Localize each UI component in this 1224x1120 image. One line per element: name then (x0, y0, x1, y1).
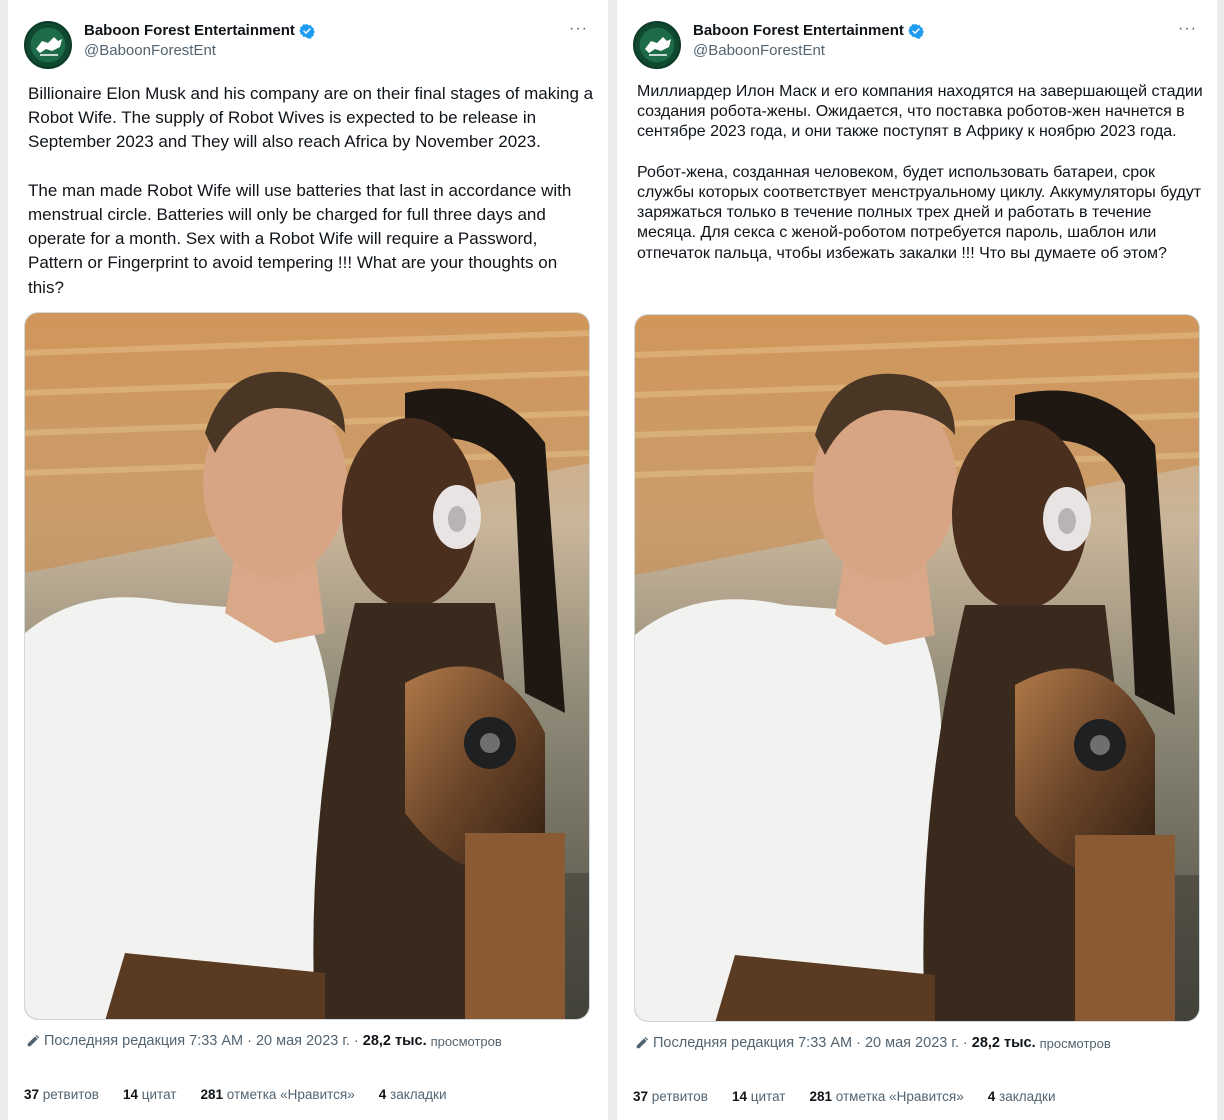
photo-man-kissing-robot (635, 315, 1199, 1021)
baboon-logo-icon (36, 37, 62, 56)
account-name[interactable]: Baboon Forest Entertainment (84, 22, 295, 39)
quotes-label: цитат (750, 1089, 786, 1104)
photo-man-kissing-robot (25, 313, 589, 1019)
likes-count: 281 (809, 1089, 833, 1104)
quotes-count: 14 (122, 1087, 139, 1102)
bookmarks-count: 4 (378, 1087, 387, 1102)
quotes-stat[interactable]: 14 цитат (732, 1089, 790, 1104)
likes-stat[interactable]: 281 отметка «Нравится» (809, 1089, 967, 1104)
bookmarks-label: закладки (999, 1089, 1056, 1104)
tweet-header: Baboon Forest Entertainment @BaboonFores… (24, 18, 592, 70)
verified-badge-icon (907, 23, 924, 39)
views-label: просмотров (430, 1033, 502, 1049)
more-options-icon[interactable]: ··· (569, 20, 588, 38)
bookmarks-stat[interactable]: 4 закладки (379, 1087, 451, 1102)
views-count: 28,2 тыс. (362, 1033, 427, 1049)
account-avatar[interactable] (633, 21, 681, 69)
baboon-logo-icon (645, 37, 671, 56)
views-count: 28,2 тыс. (971, 1035, 1036, 1051)
tweet-stats: 37 ретвитов 14 цитат 281 отметка «Нравит… (633, 1089, 1060, 1104)
pencil-icon (27, 1034, 40, 1047)
likes-stat[interactable]: 281 отметка «Нравится» (200, 1087, 358, 1102)
retweets-label: ретвитов (42, 1087, 99, 1102)
retweets-label: ретвитов (651, 1089, 708, 1104)
tweet-stats: 37 ретвитов 14 цитат 281 отметка «Нравит… (24, 1087, 451, 1102)
tweet-card-english: Baboon Forest Entertainment @BaboonFores… (8, 0, 608, 1120)
tweet-card-russian: Baboon Forest Entertainment @BaboonFores… (617, 0, 1217, 1120)
tweet-header: Baboon Forest Entertainment @BaboonFores… (633, 18, 1201, 70)
tweet-photo[interactable] (634, 314, 1200, 1022)
tweet-text: Billionaire Elon Musk and his company ar… (28, 84, 594, 297)
likes-count: 281 (200, 1087, 224, 1102)
tweet-photo[interactable] (24, 312, 590, 1020)
views-label: просмотров (1039, 1035, 1111, 1051)
quotes-count: 14 (731, 1089, 748, 1104)
likes-label: отметка «Нравится» (226, 1087, 355, 1102)
quotes-label: цитат (141, 1087, 177, 1102)
tweet-text: Миллиардер Илон Маск и его компания нахо… (637, 83, 1203, 262)
edit-timestamp-views: Последняя редакция 7:33 AM · 20 мая 2023… (635, 1035, 1111, 1051)
screenshot: Baboon Forest Entertainment @BaboonFores… (0, 0, 1224, 1120)
edited-timestamp[interactable]: Последняя редакция 7:33 AM · 20 мая 2023… (44, 1033, 359, 1049)
pencil-icon (636, 1036, 649, 1049)
account-handle[interactable]: @BaboonForestEnt (693, 42, 924, 59)
bookmarks-stat[interactable]: 4 закладки (988, 1089, 1060, 1104)
verified-badge-icon (298, 23, 315, 39)
bookmarks-label: закладки (390, 1087, 447, 1102)
edit-timestamp-views: Последняя редакция 7:33 AM · 20 мая 2023… (26, 1033, 502, 1049)
account-avatar[interactable] (24, 21, 72, 69)
retweets-stat[interactable]: 37 ретвитов (633, 1089, 712, 1104)
retweets-count: 37 (24, 1087, 40, 1102)
account-name[interactable]: Baboon Forest Entertainment (693, 22, 904, 39)
more-options-icon[interactable]: ··· (1178, 20, 1197, 38)
retweets-count: 37 (633, 1089, 649, 1104)
bookmarks-count: 4 (987, 1089, 996, 1104)
account-handle[interactable]: @BaboonForestEnt (84, 42, 315, 59)
retweets-stat[interactable]: 37 ретвитов (24, 1087, 103, 1102)
edited-timestamp[interactable]: Последняя редакция 7:33 AM · 20 мая 2023… (653, 1035, 968, 1051)
likes-label: отметка «Нравится» (835, 1089, 964, 1104)
quotes-stat[interactable]: 14 цитат (123, 1087, 181, 1102)
